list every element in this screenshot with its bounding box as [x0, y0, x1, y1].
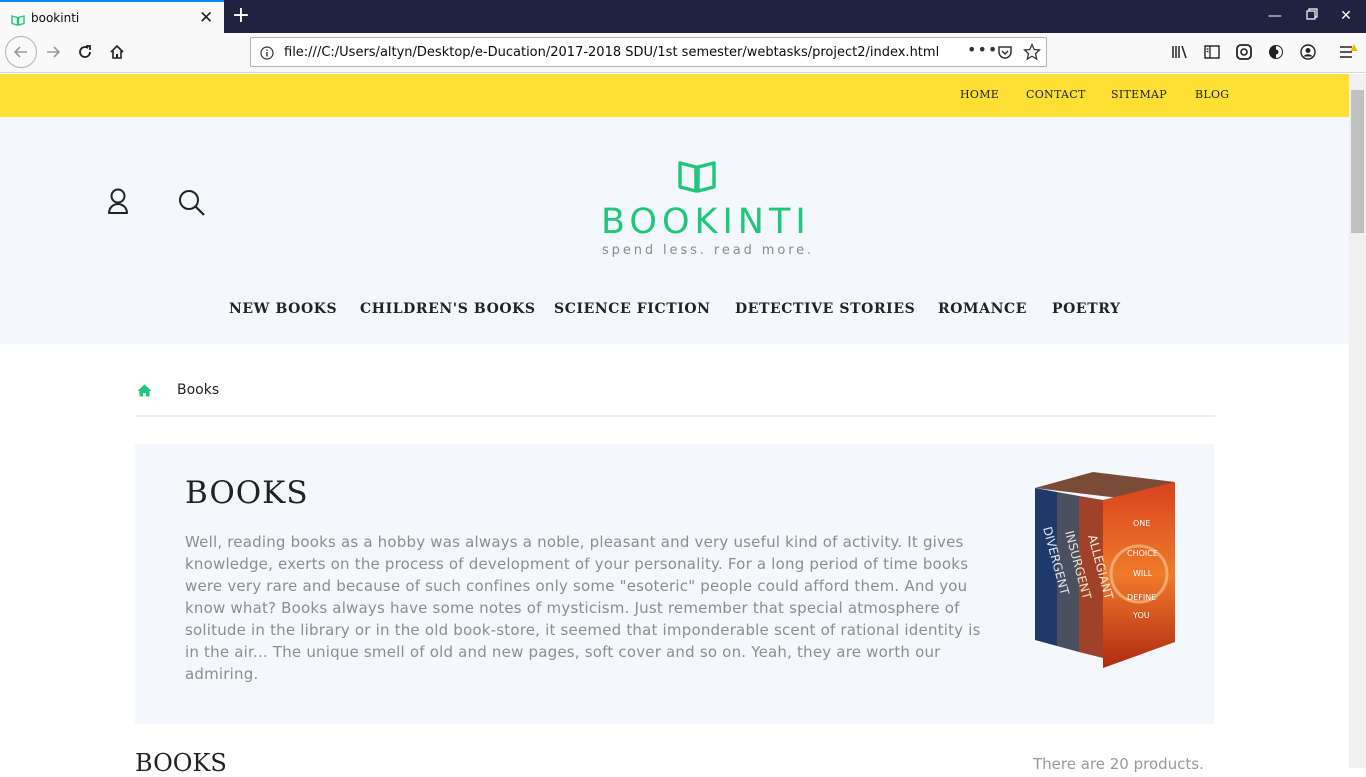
pocket-icon[interactable]: [997, 44, 1013, 64]
breadcrumb-divider: [135, 415, 1215, 417]
forward-icon[interactable]: [38, 37, 68, 67]
tab-title: bookinti: [31, 11, 80, 25]
reload-icon[interactable]: [70, 37, 100, 67]
site-tagline: spend less. read more.: [602, 243, 815, 258]
browser-tab-bar: bookinti ✕ + — ✕: [0, 0, 1366, 33]
cover-line-2: CHOICE: [1127, 549, 1158, 558]
search-icon[interactable]: [177, 188, 207, 222]
logo-book-icon[interactable]: [677, 160, 717, 198]
site-info-icon[interactable]: [260, 45, 274, 64]
sidebar-icon[interactable]: [1198, 37, 1226, 67]
tracking-protection-icon[interactable]: [1262, 37, 1290, 67]
book-box-set-image: DIVERGENT INSURGENT ALLEGIANT ONE CHOICE…: [1033, 466, 1178, 675]
url-text: file:///C:/Users/altyn/Desktop/e-Ducatio…: [284, 45, 940, 60]
menu-icon[interactable]: [1334, 37, 1362, 67]
nav-new-books[interactable]: NEW BOOKS: [229, 301, 337, 317]
cover-line-3: WILL: [1133, 569, 1153, 578]
nav-science-fiction[interactable]: SCIENCE FICTION: [554, 301, 711, 317]
restore-icon[interactable]: [1297, 5, 1327, 27]
nav-poetry[interactable]: POETRY: [1052, 301, 1121, 317]
topnav-contact-link[interactable]: CONTACT: [1026, 88, 1086, 101]
close-window-icon[interactable]: ✕: [1331, 5, 1361, 27]
breadcrumb-current: Books: [177, 382, 220, 398]
close-tab-icon[interactable]: ✕: [199, 8, 213, 28]
nav-detective-stories[interactable]: DETECTIVE STORIES: [735, 301, 915, 317]
home-icon[interactable]: [102, 37, 132, 67]
library-icon[interactable]: [1166, 37, 1194, 67]
topnav-sitemap-link[interactable]: SITEMAP: [1111, 88, 1167, 101]
back-icon[interactable]: [5, 36, 37, 68]
bookmark-star-icon[interactable]: [1022, 42, 1042, 65]
page-actions-icon[interactable]: •••: [967, 40, 998, 59]
site-logo-text[interactable]: BOOKINTI: [601, 202, 811, 242]
book-favicon-icon: [11, 11, 25, 30]
browser-nav-bar: file:///C:/Users/altyn/Desktop/e-Ducatio…: [0, 33, 1366, 73]
browser-tab[interactable]: bookinti ✕: [0, 0, 224, 33]
account-icon[interactable]: [1294, 37, 1322, 67]
page-scrollbar[interactable]: [1349, 74, 1366, 768]
new-tab-icon[interactable]: +: [230, 3, 252, 29]
topnav-blog-link[interactable]: BLOG: [1195, 88, 1229, 101]
product-count: There are 20 products.: [1033, 755, 1204, 773]
nav-romance[interactable]: ROMANCE: [938, 301, 1027, 317]
nav-childrens-books[interactable]: CHILDREN'S BOOKS: [360, 301, 536, 317]
user-account-icon[interactable]: [105, 186, 131, 220]
product-section-title: BOOKS: [135, 749, 227, 777]
topnav-home-link[interactable]: HOME: [960, 88, 999, 101]
extension-icon[interactable]: [1230, 37, 1258, 67]
category-description: Well, reading books as a hobby was alway…: [185, 533, 981, 683]
category-title: BOOKS: [185, 475, 309, 511]
minimize-icon[interactable]: —: [1260, 5, 1290, 27]
breadcrumb-home-icon[interactable]: [137, 382, 152, 401]
cover-line-4: DEFINE: [1127, 593, 1156, 602]
cover-line-1: ONE: [1133, 519, 1150, 528]
scrollbar-thumb[interactable]: [1351, 90, 1364, 233]
cover-line-5: YOU: [1132, 611, 1150, 620]
address-bar[interactable]: file:///C:/Users/altyn/Desktop/e-Ducatio…: [250, 37, 1047, 67]
